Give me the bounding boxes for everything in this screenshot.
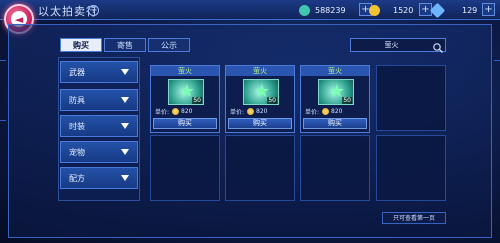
tab-announce[interactable]: 公示	[148, 38, 190, 52]
search-box[interactable]: 萤火	[350, 38, 446, 53]
buy-button[interactable]: 购买	[303, 118, 367, 129]
gold-coin-icon	[322, 108, 330, 115]
item-name: 萤火	[226, 66, 294, 76]
gold-coin-icon	[247, 108, 255, 115]
chevron-down-icon	[121, 149, 129, 155]
chevron-down-icon	[121, 123, 129, 129]
item-card[interactable]: 萤火 ★ 50 单价: 820 购买	[300, 65, 370, 133]
category-weapon[interactable]: 武器	[60, 61, 138, 83]
search-icon[interactable]	[432, 39, 445, 53]
empty-slot	[150, 135, 220, 201]
price-row: 单价: 820	[155, 107, 217, 116]
category-recipe[interactable]: 配方	[60, 167, 138, 189]
item-count: 50	[342, 97, 352, 104]
search-input[interactable]: 萤火	[351, 40, 432, 50]
item-name: 萤火	[151, 66, 219, 76]
item-name: 萤火	[301, 66, 369, 76]
tickets-value: 129	[462, 5, 478, 15]
empty-slot	[376, 135, 446, 201]
category-armor[interactable]: 防具	[60, 89, 138, 111]
category-label: 防具	[69, 95, 85, 105]
chevron-down-icon	[121, 97, 129, 103]
tab-consign[interactable]: 寄售	[104, 38, 146, 52]
price-label: 单价:	[155, 109, 170, 116]
help-button[interactable]: ?	[88, 5, 99, 16]
price-value: 820	[181, 108, 193, 115]
currency-gems: 588239	[299, 3, 346, 17]
category-label: 配方	[69, 173, 85, 183]
empty-slot	[225, 135, 295, 201]
category-label: 宠物	[69, 147, 85, 157]
chevron-down-icon	[121, 175, 129, 181]
gold-coin-icon	[369, 4, 380, 16]
item-icon-frame: ★ 50	[168, 79, 204, 105]
price-value: 820	[256, 108, 268, 115]
empty-slot	[300, 135, 370, 201]
category-pet[interactable]: 宠物	[60, 141, 138, 163]
category-label: 武器	[69, 67, 85, 77]
item-card[interactable]: 萤火 ★ 50 单价: 820 购买	[150, 65, 220, 133]
price-row: 单价: 820	[305, 107, 367, 116]
page-note: 只可查看第一页	[382, 212, 446, 224]
gem-icon	[299, 4, 310, 16]
currency-tickets: 129	[429, 2, 478, 18]
item-icon-frame: ★ 50	[243, 79, 279, 105]
gold-coin-icon	[172, 108, 180, 115]
ticket-icon	[429, 2, 446, 18]
chevron-down-icon	[121, 69, 129, 75]
gold-value: 1520	[393, 5, 414, 15]
frame-deco	[0, 120, 6, 121]
price-label: 单价:	[305, 109, 320, 116]
add-tickets-button[interactable]: +	[482, 3, 495, 16]
empty-slot	[376, 65, 446, 131]
price-row: 单价: 820	[230, 107, 292, 116]
category-label: 时装	[69, 121, 85, 131]
frame-deco	[0, 60, 6, 61]
buy-button[interactable]: 购买	[153, 118, 217, 129]
buy-button[interactable]: 购买	[228, 118, 292, 129]
item-icon-frame: ★ 50	[318, 79, 354, 105]
price-label: 单价:	[230, 109, 245, 116]
gems-value: 588239	[315, 5, 346, 15]
item-card[interactable]: 萤火 ★ 50 单价: 820 购买	[225, 65, 295, 133]
tab-buy[interactable]: 购买	[60, 38, 102, 52]
category-fashion[interactable]: 时装	[60, 115, 138, 137]
frame-deco	[494, 60, 500, 61]
item-count: 50	[192, 97, 202, 104]
currency-gold: 1520	[369, 3, 413, 17]
price-value: 820	[331, 108, 343, 115]
item-count: 50	[267, 97, 277, 104]
